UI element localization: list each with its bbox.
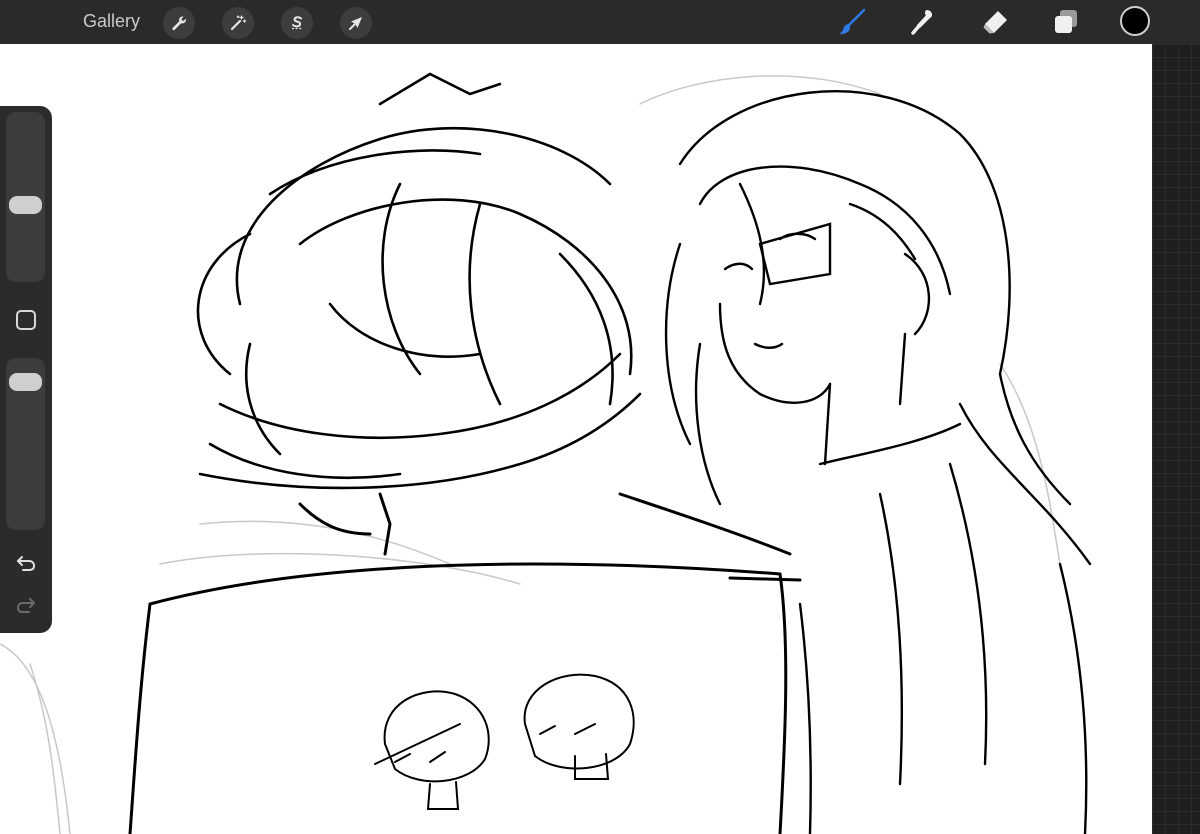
- adjustments-button[interactable]: [222, 7, 254, 39]
- sketch-artwork: [0, 72, 1092, 834]
- left-sidebar: [0, 106, 52, 633]
- canvas-background-grid: [1152, 44, 1200, 834]
- layers-icon: [1055, 10, 1077, 33]
- s-selection-icon: [292, 16, 302, 30]
- modify-button[interactable]: [12, 306, 40, 334]
- smudge-icon: [911, 10, 933, 35]
- opacity-thumb[interactable]: [9, 373, 42, 392]
- gallery-button[interactable]: Gallery: [83, 11, 140, 32]
- color-picker-button[interactable]: [1120, 6, 1150, 36]
- square-icon: [16, 310, 36, 330]
- transform-button[interactable]: [340, 7, 372, 39]
- wrench-icon: [172, 16, 186, 31]
- actions-button[interactable]: [163, 7, 195, 39]
- brush-tool-button[interactable]: [836, 6, 868, 38]
- arrow-cursor-icon: [349, 17, 362, 30]
- brush-size-thumb[interactable]: [9, 195, 42, 214]
- eraser-icon: [983, 11, 1007, 34]
- eraser-tool-button[interactable]: [979, 6, 1011, 38]
- brush-size-slider[interactable]: [6, 112, 45, 282]
- drawing-canvas[interactable]: [0, 44, 1152, 834]
- selection-button[interactable]: [281, 7, 313, 39]
- redo-button[interactable]: [12, 591, 40, 619]
- redo-icon: [16, 598, 35, 613]
- opacity-slider[interactable]: [6, 358, 45, 530]
- layers-button[interactable]: [1050, 6, 1082, 38]
- brush-icon: [839, 8, 866, 35]
- top-toolbar: Gallery: [0, 0, 1200, 44]
- magic-wand-icon: [230, 15, 247, 31]
- undo-icon: [17, 556, 36, 571]
- undo-button[interactable]: [12, 549, 40, 577]
- smudge-tool-button[interactable]: [907, 6, 939, 38]
